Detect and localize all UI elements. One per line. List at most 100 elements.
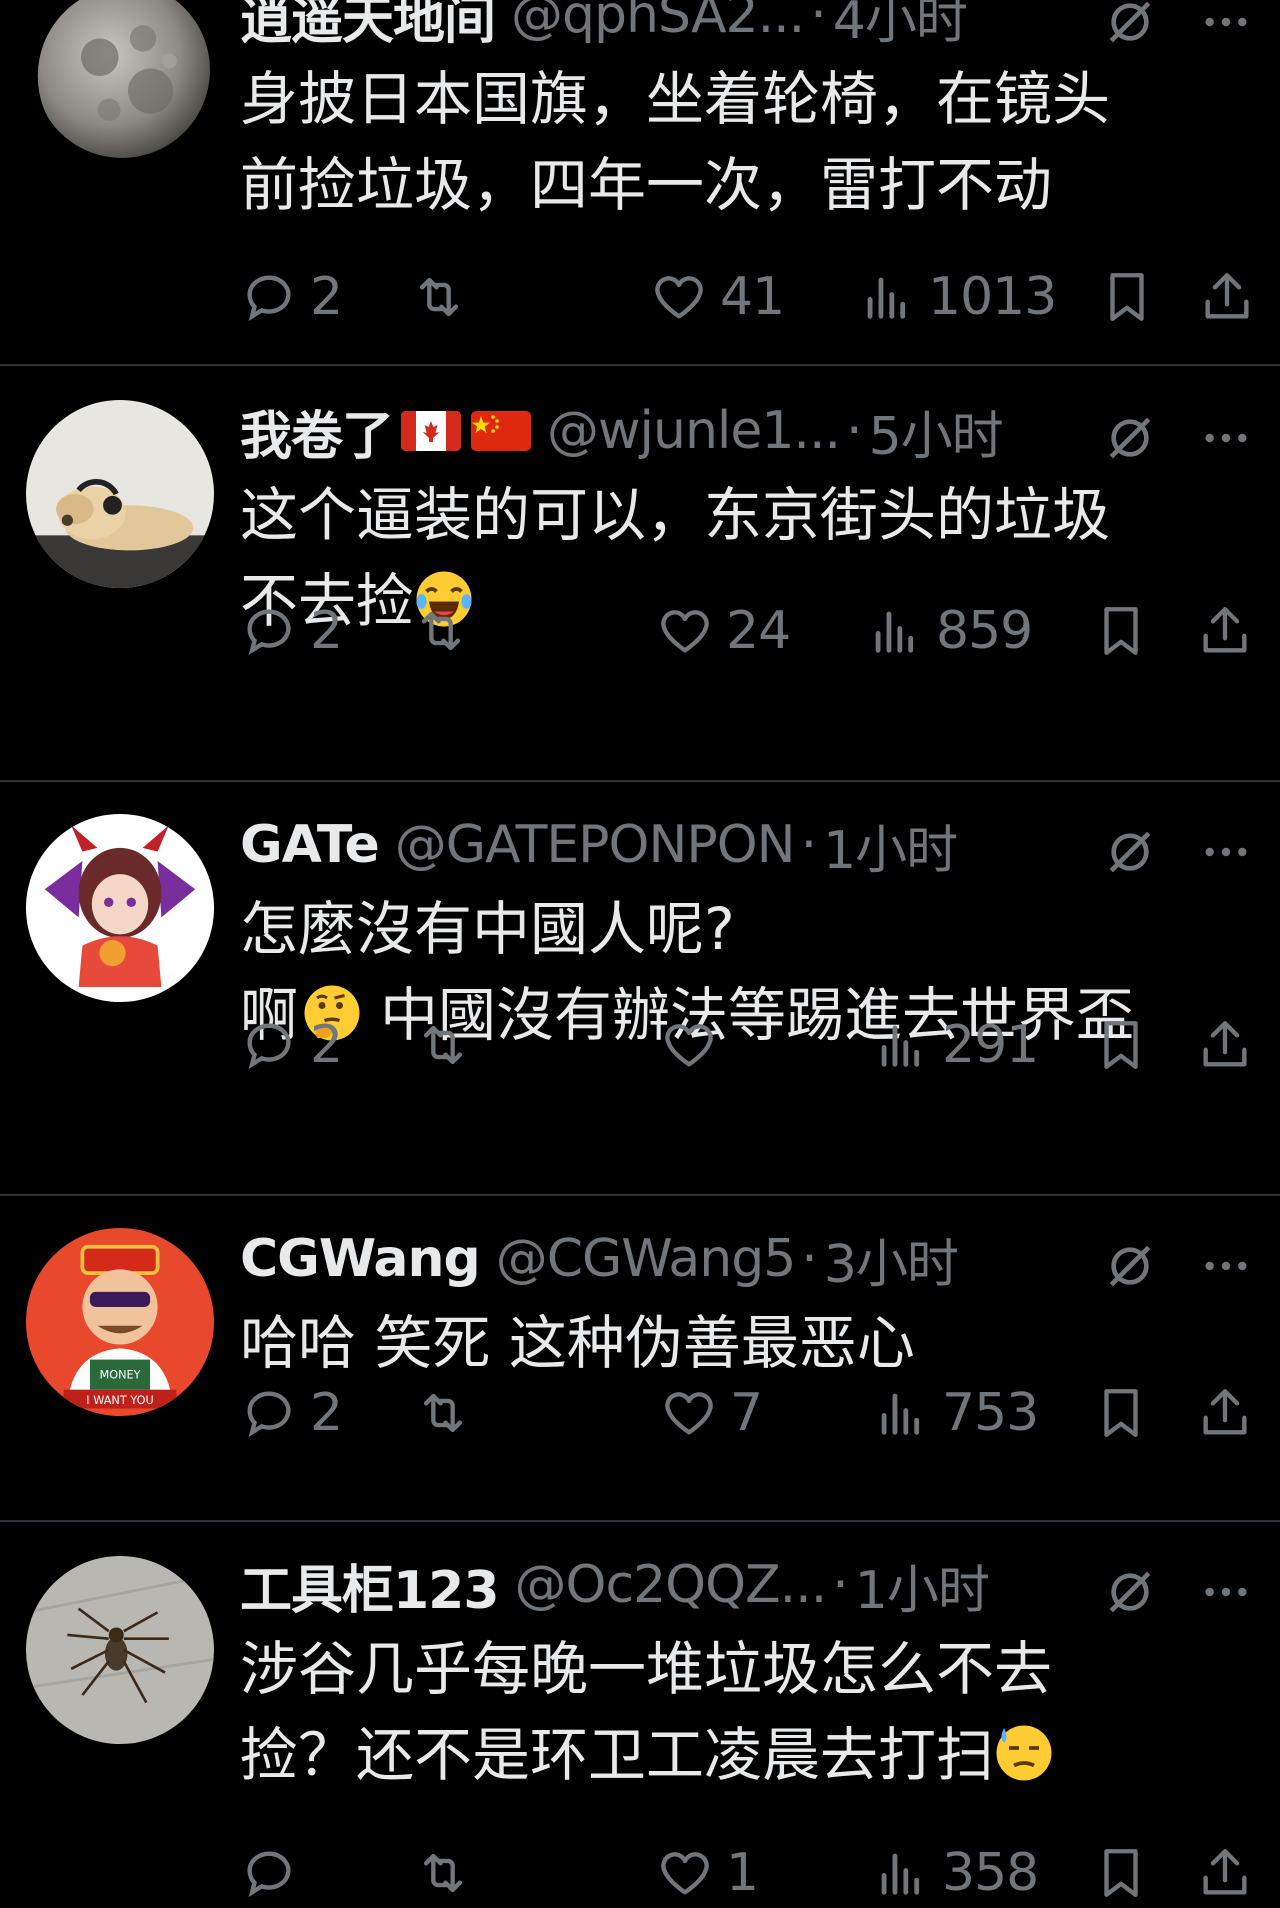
display-name[interactable]: 逍遥天地间 bbox=[240, 0, 496, 50]
reply-icon bbox=[247, 1023, 291, 1070]
tweet-content: 逍遥天地间 @qphSA2... · 4小时 身披日本国旗，坐着轮椅，在镜头 前… bbox=[240, 0, 1254, 228]
timestamp[interactable]: 5小时 bbox=[869, 396, 1004, 467]
views-button[interactable]: 859 bbox=[866, 596, 1033, 666]
more-icon[interactable] bbox=[1198, 0, 1254, 50]
tweet-header: 逍遥天地间 @qphSA2... · 4小时 bbox=[240, 0, 1254, 50]
retweet-button[interactable] bbox=[414, 1010, 484, 1080]
like-button[interactable]: 24 bbox=[656, 596, 791, 666]
retweet-button[interactable] bbox=[414, 1838, 484, 1908]
more-icon[interactable] bbox=[1198, 1238, 1254, 1294]
share-icon bbox=[1203, 607, 1247, 653]
tweet[interactable]: 逍遥天地间 @qphSA2... · 4小时 身披日本国旗，坐着轮椅，在镜头 前… bbox=[0, 0, 1280, 364]
text-line: 前捡垃圾，四年一次，雷打不动 bbox=[240, 151, 1053, 219]
flag-emojis bbox=[401, 411, 532, 451]
tweet[interactable]: 工具柜123 @Oc2QQZ... · 1小时 涉谷几乎每晚一堆垃圾怎么不去 捡… bbox=[0, 1522, 1280, 1903]
retweet-button[interactable] bbox=[414, 1378, 484, 1448]
display-name[interactable]: GATe bbox=[240, 815, 380, 875]
bookmark-button[interactable] bbox=[1098, 262, 1156, 332]
reply-button[interactable]: 2 bbox=[240, 1010, 343, 1080]
display-name[interactable]: CGWang bbox=[240, 1229, 481, 1289]
bookmark-button[interactable] bbox=[1092, 1838, 1150, 1908]
view-count: 753 bbox=[942, 1383, 1039, 1443]
timestamp[interactable]: 1小时 bbox=[823, 810, 958, 881]
reply-button[interactable]: 2 bbox=[240, 1378, 343, 1448]
views-icon bbox=[881, 1393, 920, 1435]
tweet[interactable]: MONEY I WANT YOU CGWang @CGWang5 · 3小时 哈… bbox=[0, 1196, 1280, 1520]
tweet-text: 涉谷几乎每晚一堆垃圾怎么不去 捡？还不是环卫工凌晨去打扫 bbox=[240, 1626, 1254, 1798]
avatar[interactable] bbox=[34, 0, 210, 158]
retweet-icon bbox=[423, 1025, 463, 1065]
tweet-header: 我卷了 @wjunle1... · 5小时 bbox=[240, 396, 1254, 466]
share-button[interactable] bbox=[1196, 1010, 1254, 1080]
user-handle[interactable]: @Oc2QQZ... bbox=[515, 1555, 828, 1615]
mute-icon[interactable] bbox=[1102, 1564, 1158, 1620]
views-button[interactable]: 1013 bbox=[858, 262, 1057, 332]
mute-icon[interactable] bbox=[1102, 410, 1158, 466]
reply-button[interactable]: 2 bbox=[240, 262, 343, 332]
user-handle[interactable]: @wjunle1... bbox=[547, 401, 841, 461]
views-button[interactable]: 291 bbox=[872, 1010, 1039, 1080]
bookmark-button[interactable] bbox=[1092, 1378, 1150, 1448]
display-name[interactable]: 我卷了 bbox=[240, 396, 394, 467]
user-handle[interactable]: @CGWang5 bbox=[496, 1229, 797, 1289]
share-button[interactable] bbox=[1198, 262, 1256, 332]
bookmark-icon bbox=[1104, 607, 1138, 655]
avatar[interactable] bbox=[26, 814, 214, 1002]
display-name[interactable]: 工具柜123 bbox=[240, 1550, 500, 1621]
mute-icon[interactable] bbox=[1102, 1238, 1158, 1294]
heart-icon bbox=[655, 276, 703, 319]
sweat-emoji bbox=[994, 1723, 1054, 1783]
timestamp[interactable]: 4小时 bbox=[833, 0, 968, 50]
bookmark-icon bbox=[1110, 273, 1144, 321]
bookmark-button[interactable] bbox=[1092, 1010, 1150, 1080]
reply-icon bbox=[247, 275, 291, 322]
bookmark-button[interactable] bbox=[1092, 596, 1150, 666]
heart-icon bbox=[661, 610, 709, 653]
like-count: 41 bbox=[720, 267, 785, 327]
like-button[interactable]: 7 bbox=[660, 1378, 763, 1448]
separator: · bbox=[846, 401, 863, 461]
views-button[interactable]: 358 bbox=[872, 1838, 1039, 1908]
share-button[interactable] bbox=[1196, 1378, 1254, 1448]
heart-icon bbox=[665, 1392, 713, 1435]
more-icon[interactable] bbox=[1198, 824, 1254, 880]
user-handle[interactable]: @GATEPONPON bbox=[395, 815, 796, 875]
share-button[interactable] bbox=[1196, 596, 1254, 666]
user-handle[interactable]: @qphSA2... bbox=[511, 0, 805, 45]
tweet-content: CGWang @CGWang5 · 3小时 哈哈 笑死 这种伪善最恶心 bbox=[240, 1224, 1254, 1386]
avatar[interactable] bbox=[26, 400, 214, 588]
reply-icon bbox=[247, 1391, 291, 1438]
retweet-button[interactable] bbox=[410, 262, 480, 332]
separator: · bbox=[800, 815, 818, 875]
avatar-shirt-text: MONEY bbox=[99, 1368, 140, 1381]
tweet[interactable]: 我卷了 @wjunle1... · 5小时 这个逼装的可以，东京街头的垃圾 不去 bbox=[0, 366, 1280, 780]
timestamp[interactable]: 1小时 bbox=[855, 1550, 990, 1621]
reply-icon bbox=[247, 609, 291, 656]
like-button[interactable]: 1 bbox=[656, 1838, 759, 1908]
reply-count: 2 bbox=[310, 601, 343, 661]
tweet-header: 工具柜123 @Oc2QQZ... · 1小时 bbox=[240, 1550, 1254, 1620]
avatar[interactable]: MONEY I WANT YOU bbox=[26, 1228, 214, 1416]
reply-count: 2 bbox=[310, 1015, 343, 1075]
reply-icon bbox=[247, 1851, 291, 1898]
more-icon[interactable] bbox=[1198, 410, 1254, 466]
china-flag-icon bbox=[471, 411, 532, 451]
views-icon bbox=[881, 1853, 920, 1895]
more-icon[interactable] bbox=[1198, 1564, 1254, 1620]
heart-icon bbox=[661, 1852, 709, 1895]
avatar-banner-text: I WANT YOU bbox=[86, 1394, 153, 1407]
avatar[interactable] bbox=[26, 1556, 214, 1744]
reply-button[interactable]: 2 bbox=[240, 596, 343, 666]
retweet-button[interactable] bbox=[412, 596, 482, 666]
like-button[interactable] bbox=[660, 1010, 730, 1080]
mute-icon[interactable] bbox=[1102, 0, 1158, 50]
share-button[interactable] bbox=[1196, 1838, 1254, 1908]
mute-icon[interactable] bbox=[1102, 824, 1158, 880]
spider-avatar-image bbox=[26, 1556, 214, 1744]
reply-count: 2 bbox=[310, 1383, 343, 1443]
like-button[interactable]: 41 bbox=[650, 262, 785, 332]
tweet[interactable]: GATe @GATEPONPON · 1小时 怎麼沒有中國人呢? 啊中國沒有辦法… bbox=[0, 782, 1280, 1194]
reply-button[interactable] bbox=[240, 1838, 310, 1908]
views-button[interactable]: 753 bbox=[872, 1378, 1039, 1448]
timestamp[interactable]: 3小时 bbox=[824, 1224, 959, 1295]
